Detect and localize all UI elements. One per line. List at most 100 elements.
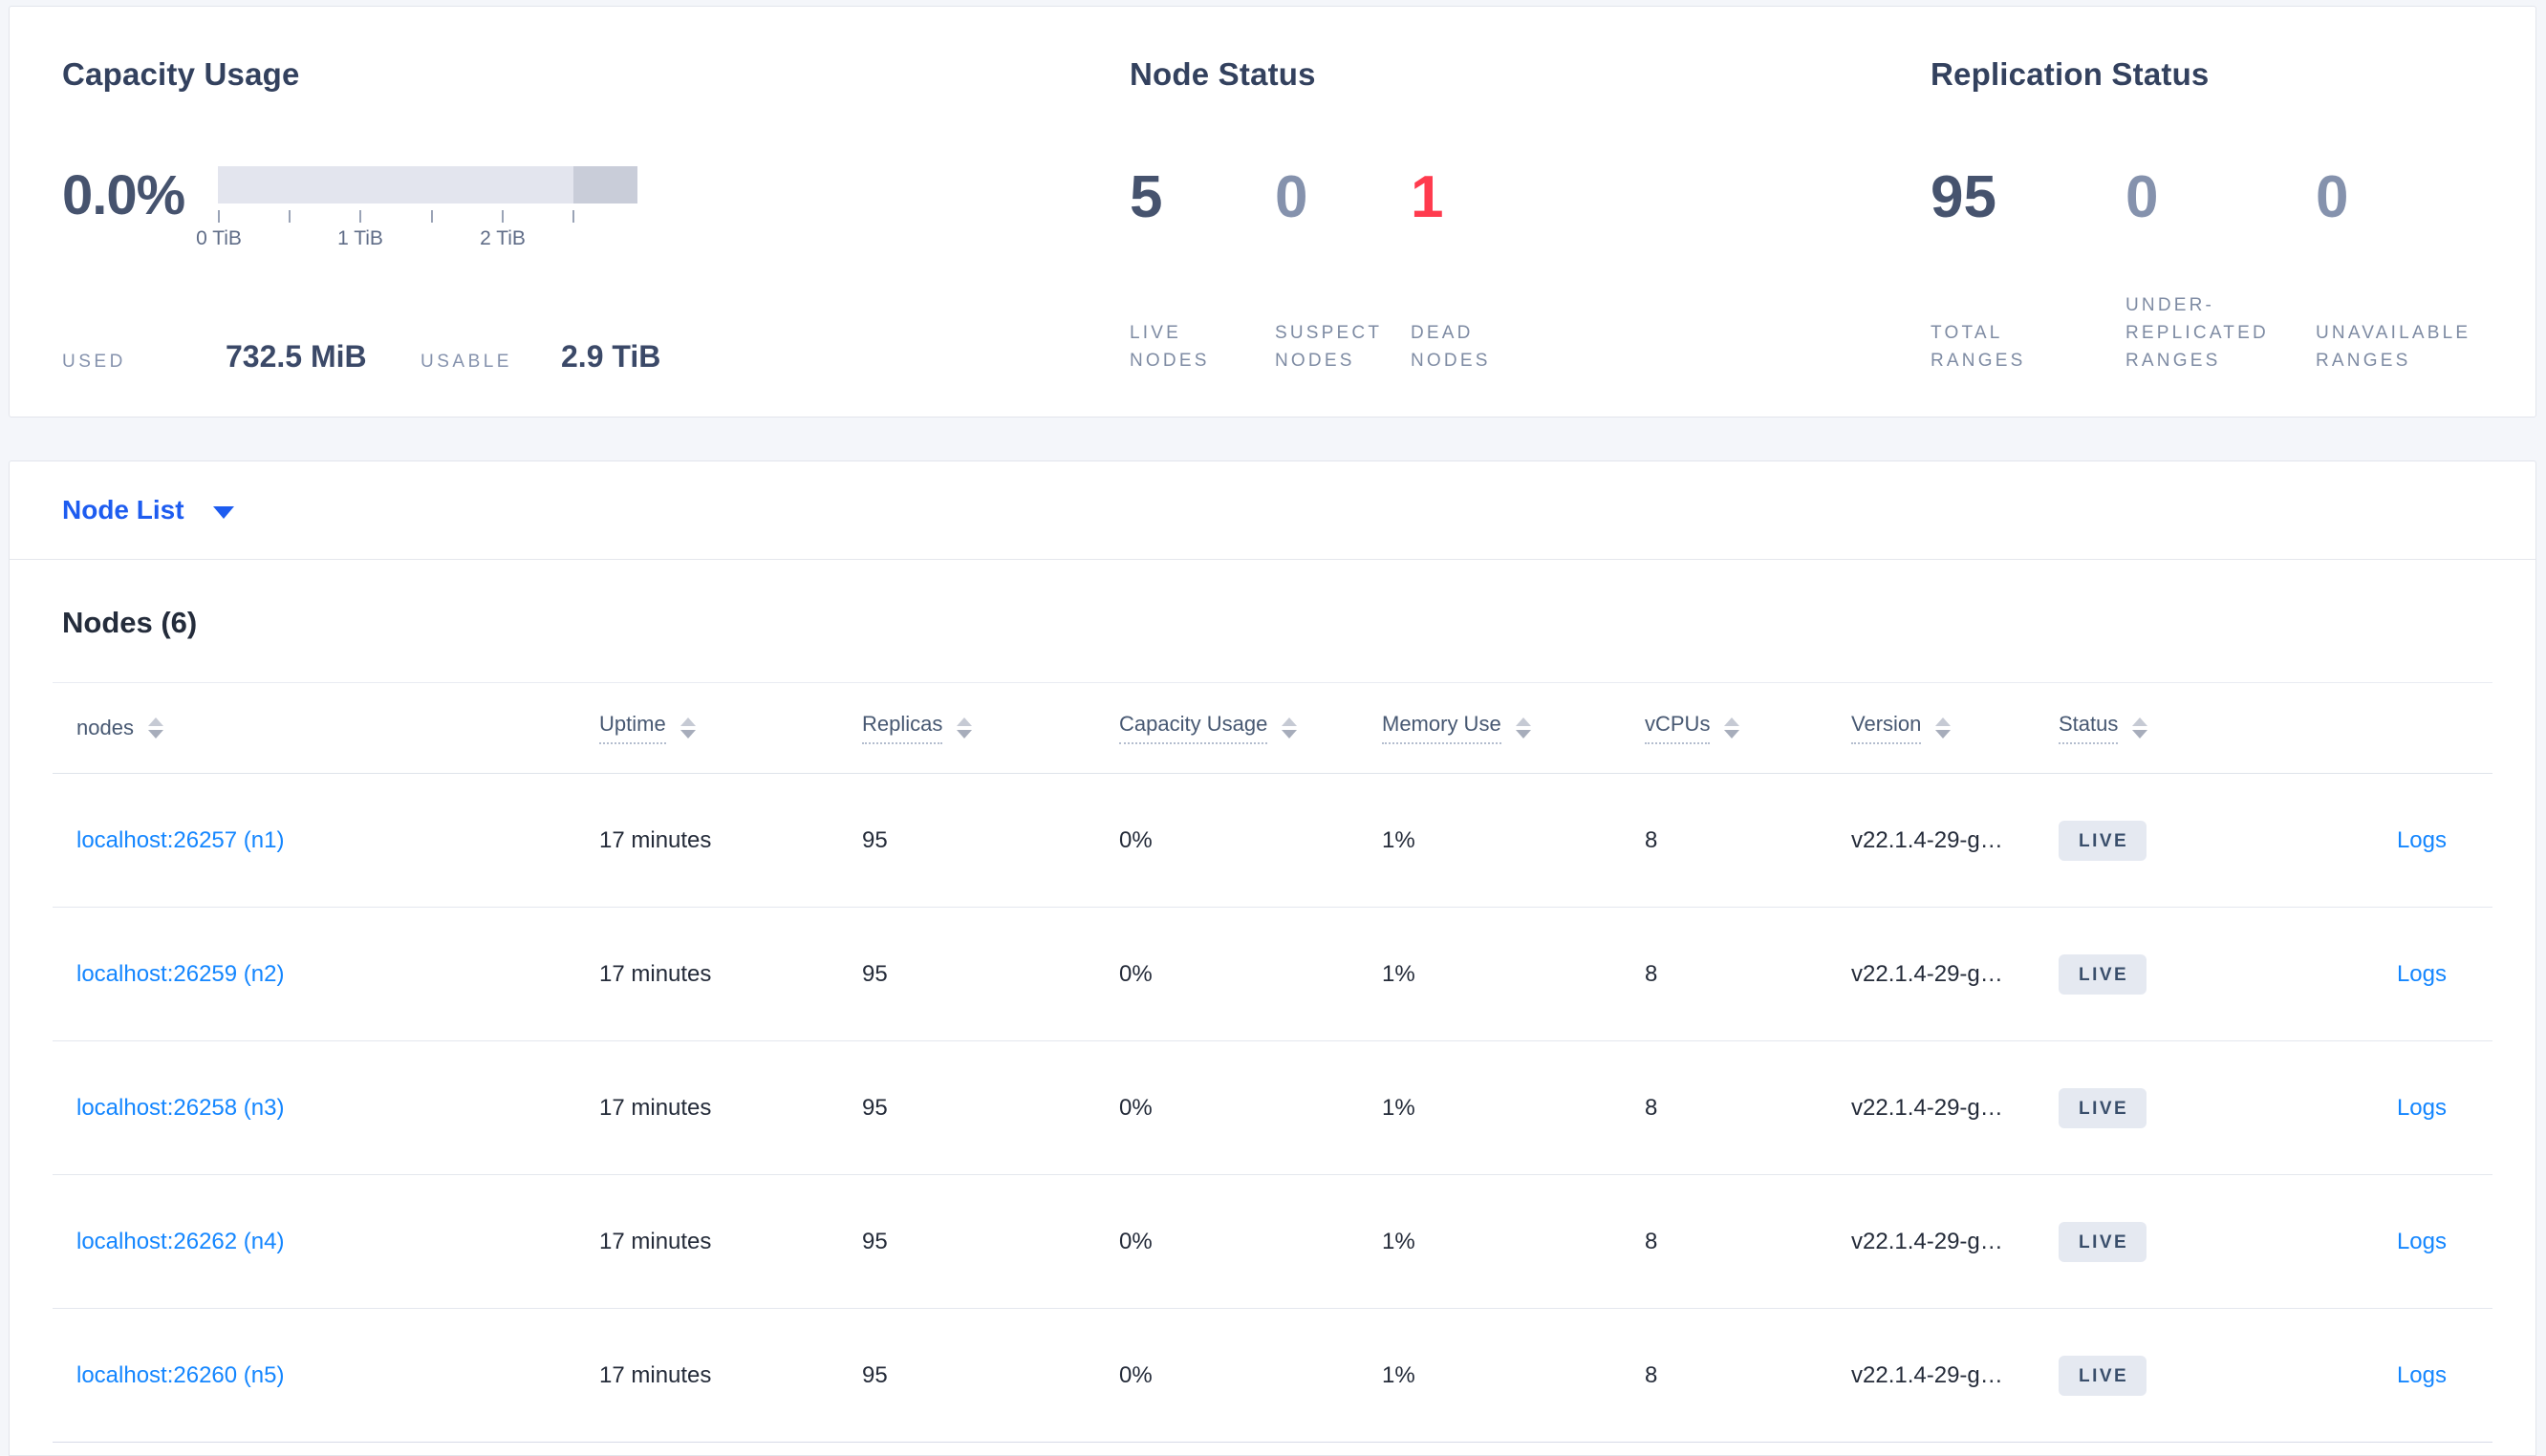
logs-link[interactable]: Logs: [2397, 961, 2447, 987]
capacity-cell: 0%: [1119, 960, 1153, 987]
node-list-dropdown-label: Node List: [62, 495, 184, 525]
suspect-nodes-count: 0: [1275, 164, 1308, 230]
node-link[interactable]: localhost:26262 (n4): [76, 1229, 284, 1254]
status-badge: LIVE: [2059, 1087, 2147, 1128]
axis-tick-label: 0 TiB: [196, 227, 242, 249]
logs-link[interactable]: Logs: [2397, 1362, 2447, 1388]
axis-tick: [218, 210, 220, 223]
table-header-row: nodes Uptime Replicas Capacity Usage Mem…: [53, 683, 2492, 774]
unavailable-ranges-metric: 0 UNAVAILABLE RANGES: [2316, 166, 2483, 375]
node-link[interactable]: localhost:26257 (n1): [76, 827, 284, 853]
live-nodes-label: LIVE NODES: [1130, 323, 1210, 371]
replicas-cell: 95: [862, 826, 888, 853]
capacity-gauge: 0.0% 0 TiB 1 TiB 2 TiB: [62, 166, 1130, 257]
usable-value: 2.9 TiB: [561, 339, 661, 374]
version-cell: v22.1.4-29-g…: [1851, 1228, 2003, 1254]
capacity-bar-track: [218, 166, 637, 203]
nodes-section-heading: Nodes (6): [62, 606, 198, 639]
nodes-table-card: Nodes (6) nodes Uptime Replicas Capacity…: [9, 559, 2536, 1456]
uptime-cell: 17 minutes: [599, 826, 712, 853]
status-badge: LIVE: [2059, 1221, 2147, 1262]
column-header-vcpus[interactable]: vCPUs: [1621, 712, 1827, 744]
sort-icon: [680, 717, 696, 739]
node-status-title: Node Status: [1130, 56, 1316, 92]
total-ranges-label: TOTAL RANGES: [1931, 323, 2026, 371]
node-link[interactable]: localhost:26259 (n2): [76, 961, 284, 987]
table-row: localhost:26258 (n3) 17 minutes 95 0% 1%…: [53, 1041, 2492, 1175]
uptime-cell: 17 minutes: [599, 1361, 712, 1388]
used-value: 732.5 MiB: [226, 339, 367, 374]
table-row: localhost:26262 (n4) 17 minutes 95 0% 1%…: [53, 1175, 2492, 1309]
dead-nodes-metric: 1 DEAD NODES: [1411, 166, 1530, 375]
sort-icon: [1724, 717, 1740, 739]
version-cell: v22.1.4-29-g…: [1851, 1094, 2003, 1121]
status-badge: LIVE: [2059, 953, 2147, 995]
capacity-cell: 0%: [1119, 1228, 1153, 1254]
uptime-cell: 17 minutes: [599, 960, 712, 987]
axis-tick: [502, 210, 504, 223]
node-link[interactable]: localhost:26260 (n5): [76, 1362, 284, 1388]
sort-icon: [1282, 717, 1298, 739]
memory-cell: 1%: [1382, 826, 1415, 853]
vcpus-cell: 8: [1645, 1361, 1658, 1388]
chevron-down-icon: [212, 505, 234, 519]
replicas-cell: 95: [862, 1094, 888, 1121]
suspect-nodes-label: SUSPECT NODES: [1275, 323, 1382, 371]
live-nodes-metric: 5 LIVE NODES: [1130, 166, 1275, 375]
sort-icon: [957, 717, 973, 739]
memory-cell: 1%: [1382, 1228, 1415, 1254]
under-replicated-ranges-count: 0: [2125, 164, 2159, 230]
vcpus-cell: 8: [1645, 1094, 1658, 1121]
column-header-capacity-usage[interactable]: Capacity Usage: [1095, 712, 1358, 744]
memory-cell: 1%: [1382, 1094, 1415, 1121]
unavailable-ranges-count: 0: [2316, 164, 2349, 230]
uptime-cell: 17 minutes: [599, 1228, 712, 1254]
vcpus-cell: 8: [1645, 1228, 1658, 1254]
total-ranges-count: 95: [1931, 164, 1996, 230]
replication-status-title: Replication Status: [1931, 56, 2210, 92]
version-cell: v22.1.4-29-g…: [1851, 826, 2003, 853]
column-header-replicas[interactable]: Replicas: [838, 712, 1095, 744]
axis-tick-label: 1 TiB: [337, 227, 383, 249]
column-header-version[interactable]: Version: [1827, 712, 2035, 744]
capacity-cell: 0%: [1119, 1361, 1153, 1388]
column-header-status[interactable]: Status: [2035, 712, 2246, 744]
capacity-usage-group: Capacity Usage 0.0% 0 TiB 1 TiB 2 TiB US…: [62, 54, 1130, 375]
replicas-cell: 95: [862, 960, 888, 987]
logs-link[interactable]: Logs: [2397, 1095, 2447, 1121]
replicas-cell: 95: [862, 1228, 888, 1254]
sort-icon: [147, 717, 163, 739]
table-row: localhost:26259 (n2) 17 minutes 95 0% 1%…: [53, 908, 2492, 1041]
axis-tick: [572, 210, 574, 223]
memory-cell: 1%: [1382, 960, 1415, 987]
vcpus-cell: 8: [1645, 960, 1658, 987]
axis-tick: [431, 210, 433, 223]
capacity-used-row: USED 732.5 MiB USABLE 2.9 TiB: [62, 339, 1130, 375]
version-cell: v22.1.4-29-g…: [1851, 960, 2003, 987]
status-badge: LIVE: [2059, 1355, 2147, 1396]
sort-icon: [1515, 717, 1531, 739]
replicas-cell: 95: [862, 1361, 888, 1388]
logs-link[interactable]: Logs: [2397, 827, 2447, 853]
status-badge: LIVE: [2059, 820, 2147, 861]
axis-tick: [359, 210, 361, 223]
node-link[interactable]: localhost:26258 (n3): [76, 1095, 284, 1121]
memory-cell: 1%: [1382, 1361, 1415, 1388]
logs-link[interactable]: Logs: [2397, 1229, 2447, 1254]
table-row: localhost:26257 (n1) 17 minutes 95 0% 1%…: [53, 774, 2492, 908]
capacity-cell: 0%: [1119, 826, 1153, 853]
dead-nodes-label: DEAD NODES: [1411, 323, 1491, 371]
under-replicated-ranges-label: UNDER-REPLICATED RANGES: [2125, 295, 2269, 371]
unavailable-ranges-label: UNAVAILABLE RANGES: [2316, 323, 2471, 371]
column-header-uptime[interactable]: Uptime: [575, 712, 838, 744]
capacity-bar-reserved-segment: [573, 166, 637, 203]
live-nodes-count: 5: [1130, 164, 1163, 230]
node-list-dropdown[interactable]: Node List: [9, 460, 2536, 559]
column-header-memory-use[interactable]: Memory Use: [1358, 712, 1621, 744]
capacity-percent: 0.0%: [62, 164, 185, 226]
column-header-nodes[interactable]: nodes: [53, 716, 575, 740]
axis-tick-label: 2 TiB: [480, 227, 526, 249]
axis-tick: [289, 210, 291, 223]
usable-label: USABLE: [421, 352, 512, 372]
capacity-bar: 0 TiB 1 TiB 2 TiB: [196, 166, 637, 257]
